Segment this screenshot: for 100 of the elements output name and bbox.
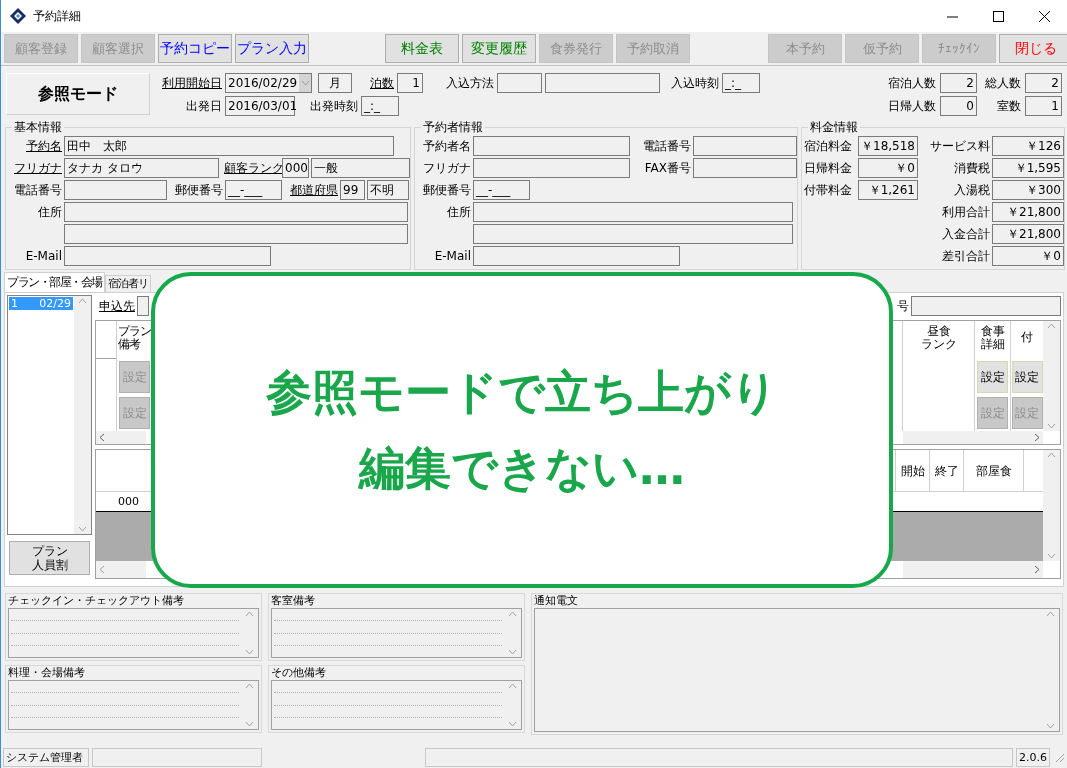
text-field[interactable]: ￥21,800 xyxy=(992,224,1064,244)
toolbar-button[interactable]: プラン入力 xyxy=(235,34,309,63)
plan-split-button[interactable]: プラン 人員割 xyxy=(9,541,90,575)
field-label[interactable]: 顧客ランク xyxy=(224,159,280,177)
text-field[interactable]: ￥1,261 xyxy=(858,180,918,200)
set-button[interactable]: 設定 xyxy=(1011,361,1043,393)
text-field[interactable]: ￥0 xyxy=(992,246,1064,266)
text-field[interactable] xyxy=(64,246,271,266)
field-label: 電話番号 xyxy=(642,138,691,155)
text-field[interactable]: ￥18,518 xyxy=(858,136,918,156)
set-button[interactable]: 設定 xyxy=(977,361,1008,393)
scroll-down-icon[interactable] xyxy=(1047,553,1056,559)
scroll-down-icon[interactable] xyxy=(245,721,254,727)
field-label: 入込時刻 xyxy=(670,75,719,92)
field-label[interactable]: 申込先 xyxy=(99,296,135,315)
toolbar-button[interactable]: 料金表 xyxy=(385,34,459,63)
text-field[interactable]: タナカ タロウ xyxy=(64,158,219,178)
text-field[interactable]: 2016/03/01 xyxy=(225,96,295,116)
toolbar-button[interactable]: 予約コピー xyxy=(158,34,232,63)
scrollbar[interactable] xyxy=(1043,321,1060,431)
text-field[interactable] xyxy=(693,158,797,178)
text-field[interactable]: ￥126 xyxy=(992,136,1064,156)
text-field[interactable]: ￥300 xyxy=(992,180,1064,200)
scroll-up-icon[interactable] xyxy=(1047,452,1056,458)
toolbar-button[interactable]: 変更履歴 xyxy=(462,34,536,63)
memo-title: 料理・会場備考 xyxy=(8,666,86,680)
text-field[interactable]: ￥1,595 xyxy=(992,158,1064,178)
field-label: 住所 xyxy=(37,204,62,221)
text-field[interactable] xyxy=(497,73,542,93)
text-field[interactable]: _:_ xyxy=(361,96,399,116)
horizontal-scrollbar[interactable] xyxy=(903,561,1043,578)
scroll-up-icon[interactable] xyxy=(1046,611,1055,617)
field-label[interactable]: 利用開始日 xyxy=(160,74,222,92)
memo-field[interactable] xyxy=(271,608,522,658)
text-field[interactable]: __-___ xyxy=(225,180,282,200)
column-header: 終了 xyxy=(929,450,963,491)
memo-field[interactable] xyxy=(8,608,259,658)
scroll-up-icon[interactable] xyxy=(78,298,87,304)
memo-title: 通知電文 xyxy=(534,594,579,608)
text-field[interactable] xyxy=(64,224,408,244)
scroll-left-icon[interactable] xyxy=(99,433,105,442)
scroll-down-icon[interactable] xyxy=(1047,423,1056,429)
field-label[interactable]: フリガナ xyxy=(8,159,62,177)
tab[interactable]: プラン・部屋・会場 xyxy=(4,272,105,292)
field-label: 室数 xyxy=(996,98,1021,115)
memo-field[interactable] xyxy=(8,680,259,730)
scroll-up-icon[interactable] xyxy=(245,611,254,617)
scroll-left-icon[interactable] xyxy=(99,565,105,574)
scroll-down-icon[interactable] xyxy=(1046,723,1055,729)
scroll-up-icon[interactable] xyxy=(508,683,517,689)
field-label: 消費税 xyxy=(953,160,990,177)
text-field[interactable]: ￥0 xyxy=(858,158,918,178)
scroll-up-icon[interactable] xyxy=(245,683,254,689)
text-field[interactable]: ￥21,800 xyxy=(992,202,1064,222)
horizontal-scrollbar[interactable] xyxy=(903,431,1043,444)
field-label: 日帰人数 xyxy=(888,98,936,115)
scroll-up-icon[interactable] xyxy=(1047,323,1056,329)
text-field[interactable] xyxy=(693,136,797,156)
date-dropdown[interactable]: 2016/02/29 xyxy=(225,73,312,93)
scroll-down-icon[interactable] xyxy=(245,649,254,655)
text-field[interactable]: 1 xyxy=(397,73,423,93)
field-label: 差引合計 xyxy=(941,248,990,265)
text-field[interactable] xyxy=(473,246,680,266)
tab[interactable]: 宿泊者リ xyxy=(104,275,151,292)
text-field[interactable] xyxy=(911,295,1061,316)
scroll-down-icon[interactable] xyxy=(78,526,87,532)
scrollbar[interactable] xyxy=(74,296,91,534)
text-field[interactable] xyxy=(545,73,660,93)
scroll-right-icon[interactable] xyxy=(1034,433,1040,442)
text-field[interactable]: 2 xyxy=(1025,73,1062,93)
text-field[interactable] xyxy=(137,295,149,316)
text-field[interactable] xyxy=(473,202,793,222)
scroll-right-icon[interactable] xyxy=(1034,565,1040,574)
text-field[interactable] xyxy=(473,158,630,178)
memo-field[interactable] xyxy=(271,680,522,730)
text-field[interactable]: _:_ xyxy=(722,73,760,93)
text-field[interactable]: 000 xyxy=(282,158,309,178)
text-field[interactable]: 0 xyxy=(940,96,977,116)
text-field[interactable]: 一般 xyxy=(311,158,410,178)
text-field[interactable] xyxy=(64,202,408,222)
scrollbar[interactable] xyxy=(1043,450,1060,561)
field-label: 入込方法 xyxy=(445,75,494,92)
field-label[interactable]: 予約名 xyxy=(8,137,62,155)
horizontal-scrollbar[interactable] xyxy=(96,431,146,444)
text-field[interactable]: 不明 xyxy=(367,180,409,200)
text-field[interactable] xyxy=(64,180,167,200)
scroll-up-icon[interactable] xyxy=(508,611,517,617)
field-label[interactable]: 都道府県 xyxy=(286,181,338,199)
text-field[interactable] xyxy=(473,136,630,156)
text-field[interactable]: 1 xyxy=(1025,96,1062,116)
text-field[interactable] xyxy=(473,224,793,244)
text-field[interactable]: 2 xyxy=(940,73,977,93)
field-label[interactable]: 泊数 xyxy=(366,74,394,92)
text-field[interactable]: 99 xyxy=(340,180,365,200)
horizontal-scrollbar[interactable] xyxy=(96,561,146,578)
scroll-down-icon[interactable] xyxy=(508,721,517,727)
text-field[interactable]: 田中 太郎 xyxy=(64,136,394,156)
scroll-down-icon[interactable] xyxy=(508,649,517,655)
text-field[interactable]: 月 xyxy=(318,73,352,93)
text-field[interactable]: __-___ xyxy=(473,180,530,200)
